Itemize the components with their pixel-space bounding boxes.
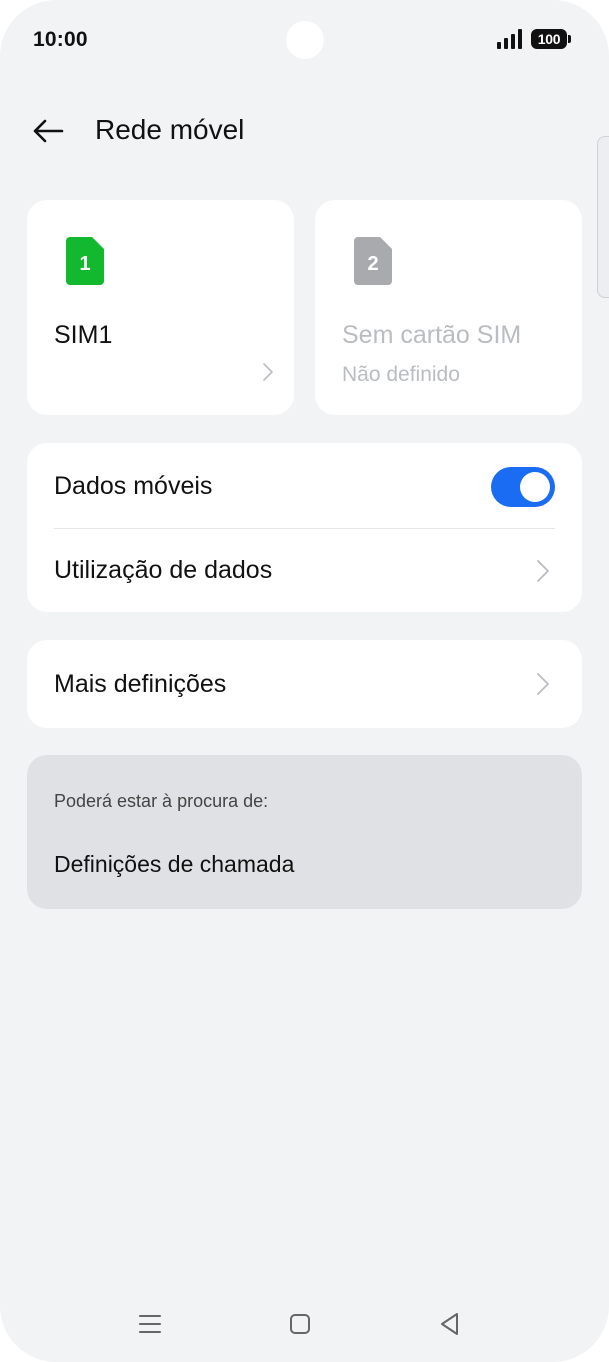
menu-icon[interactable] — [136, 1310, 164, 1338]
sim2-status: Não definido — [342, 363, 460, 386]
more-settings-row[interactable]: Mais definições — [27, 640, 582, 728]
chevron-right-icon — [537, 559, 549, 582]
sim2-card[interactable]: 2 Sem cartão SIM Não definido — [315, 200, 582, 415]
sim-card-icon: 1 — [66, 237, 104, 285]
sim2-number: 2 — [367, 253, 378, 275]
more-settings-inner: Mais definições — [27, 640, 582, 728]
suggestions-title: Poderá estar à procura de: — [54, 791, 269, 811]
chevron-right-icon — [537, 673, 549, 695]
more-settings-label: Mais definições — [54, 669, 227, 698]
sim2-name: Sem cartão SIM — [342, 321, 522, 349]
mobile-data-row[interactable]: Dados móveis — [27, 443, 582, 529]
toggle-knob — [520, 472, 550, 502]
back-button[interactable] — [28, 113, 68, 149]
mobile-data-group: Dados móveis Utilização de dados — [27, 443, 582, 612]
data-usage-label: Utilização de dados — [54, 556, 273, 584]
page-title: Rede móvel — [95, 114, 245, 145]
arrow-left-icon — [33, 119, 64, 143]
sim1-number: 1 — [79, 253, 90, 275]
camera-cutout — [286, 21, 324, 59]
data-usage-row[interactable]: Utilização de dados — [27, 529, 582, 612]
sim1-card[interactable]: 1 SIM1 — [27, 200, 294, 415]
chevron-right-icon — [263, 363, 273, 381]
battery-icon: 100 — [531, 29, 571, 49]
back-icon[interactable] — [436, 1310, 464, 1338]
sim1-name: SIM1 — [54, 321, 113, 349]
scrollbar[interactable] — [597, 136, 609, 298]
sim-card-icon: 2 — [354, 237, 392, 285]
suggestions-card: Poderá estar à procura de: Definições de… — [27, 755, 582, 909]
suggestion-call-settings[interactable]: Definições de chamada — [54, 851, 294, 878]
mobile-data-toggle[interactable] — [491, 467, 555, 507]
battery-level: 100 — [537, 31, 561, 47]
mobile-data-label: Dados móveis — [54, 471, 213, 500]
status-time: 10:00 — [33, 28, 88, 51]
home-icon[interactable] — [286, 1310, 314, 1338]
phone-screen: 10:00 100 Rede móvel 1 SIM1 2 Sem cartão — [0, 0, 609, 1362]
signal-icon — [497, 29, 522, 49]
